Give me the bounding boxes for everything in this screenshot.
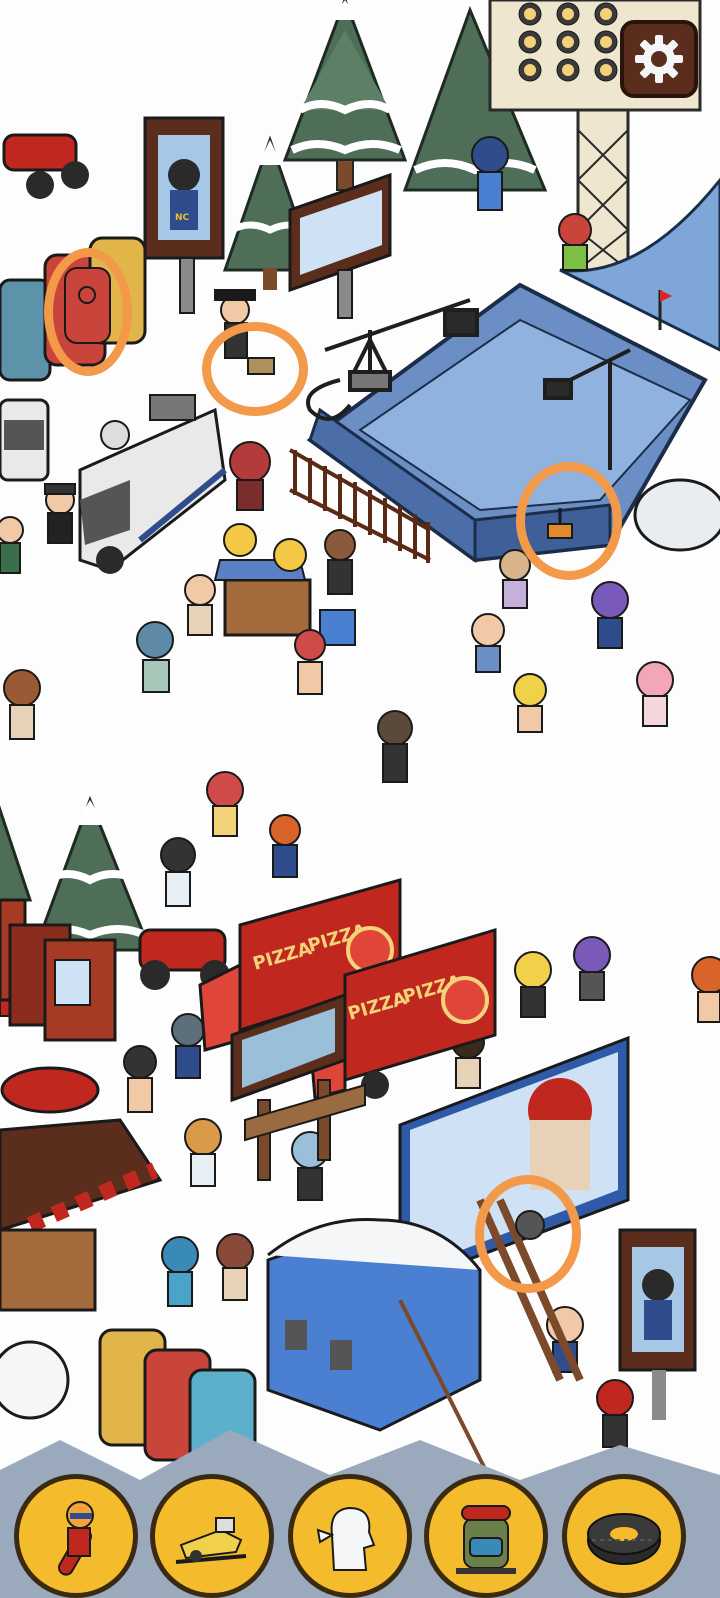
gear-icon <box>635 35 683 83</box>
settings-button[interactable] <box>620 20 698 98</box>
target-item-snow-creature[interactable] <box>288 1474 412 1598</box>
snowboarder-icon <box>58 1501 94 1576</box>
found-marker-shovel <box>516 462 622 580</box>
golf-cart <box>0 398 50 482</box>
target-item-snowmobile[interactable] <box>150 1474 274 1598</box>
found-marker-box <box>202 322 308 416</box>
game-scene[interactable]: NC PIZZA PIZZA PIZZA PIZZA <box>0 0 720 1598</box>
poster-badge-text: NC <box>175 213 190 223</box>
found-marker-door <box>44 248 132 376</box>
tire-icon <box>587 1513 661 1565</box>
hidden-object-game: NC PIZZA PIZZA PIZZA PIZZA <box>0 0 720 1598</box>
snowmobile-icon <box>175 1517 247 1564</box>
found-marker-cable-wheel <box>475 1175 581 1293</box>
snow-creature-icon <box>316 1506 376 1571</box>
target-item-backpack[interactable] <box>424 1474 548 1598</box>
target-item-tire[interactable] <box>562 1474 686 1598</box>
snowball <box>0 1340 70 1420</box>
target-item-snowboarder[interactable] <box>14 1474 138 1598</box>
backpack-icon <box>456 1505 516 1574</box>
